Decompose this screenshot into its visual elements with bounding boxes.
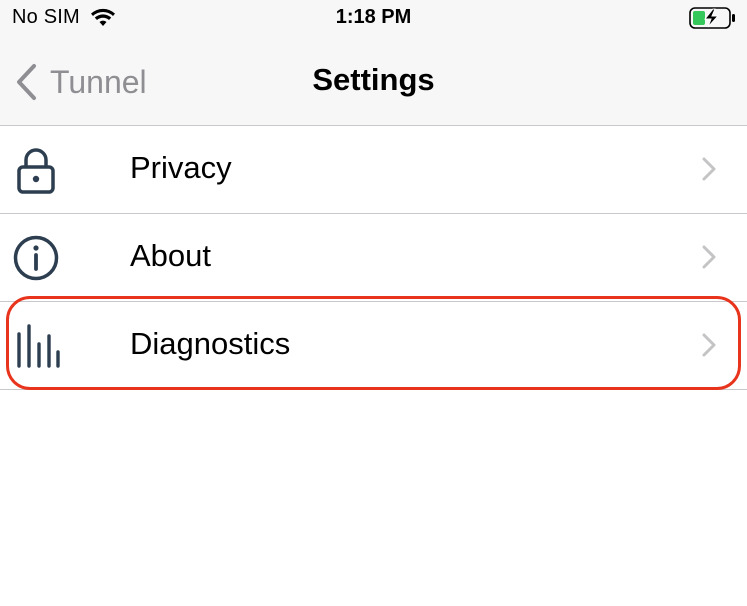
settings-row-privacy[interactable]: Privacy xyxy=(0,126,747,214)
page-title: Settings xyxy=(312,62,435,97)
info-icon xyxy=(13,235,59,281)
row-label-diagnostics: Diagnostics xyxy=(130,326,291,361)
row-separator xyxy=(0,389,747,390)
settings-row-about[interactable]: About xyxy=(0,214,747,302)
chevron-right-icon xyxy=(702,333,716,357)
row-label-privacy: Privacy xyxy=(130,150,232,185)
navigation-bar: Tunnel Settings xyxy=(0,40,747,126)
diagnostics-icon xyxy=(17,324,60,368)
lock-icon xyxy=(17,148,55,194)
status-bar: No SIM 1:18 PM xyxy=(0,0,747,40)
chevron-right-icon xyxy=(702,245,716,269)
row-label-about: About xyxy=(130,238,212,273)
status-time: 1:18 PM xyxy=(335,6,412,28)
settings-row-diagnostics[interactable]: Diagnostics xyxy=(0,302,747,390)
chevron-right-icon xyxy=(702,157,716,181)
battery-charging-icon xyxy=(689,7,735,29)
settings-list: Privacy About Diagnostics xyxy=(0,126,747,390)
